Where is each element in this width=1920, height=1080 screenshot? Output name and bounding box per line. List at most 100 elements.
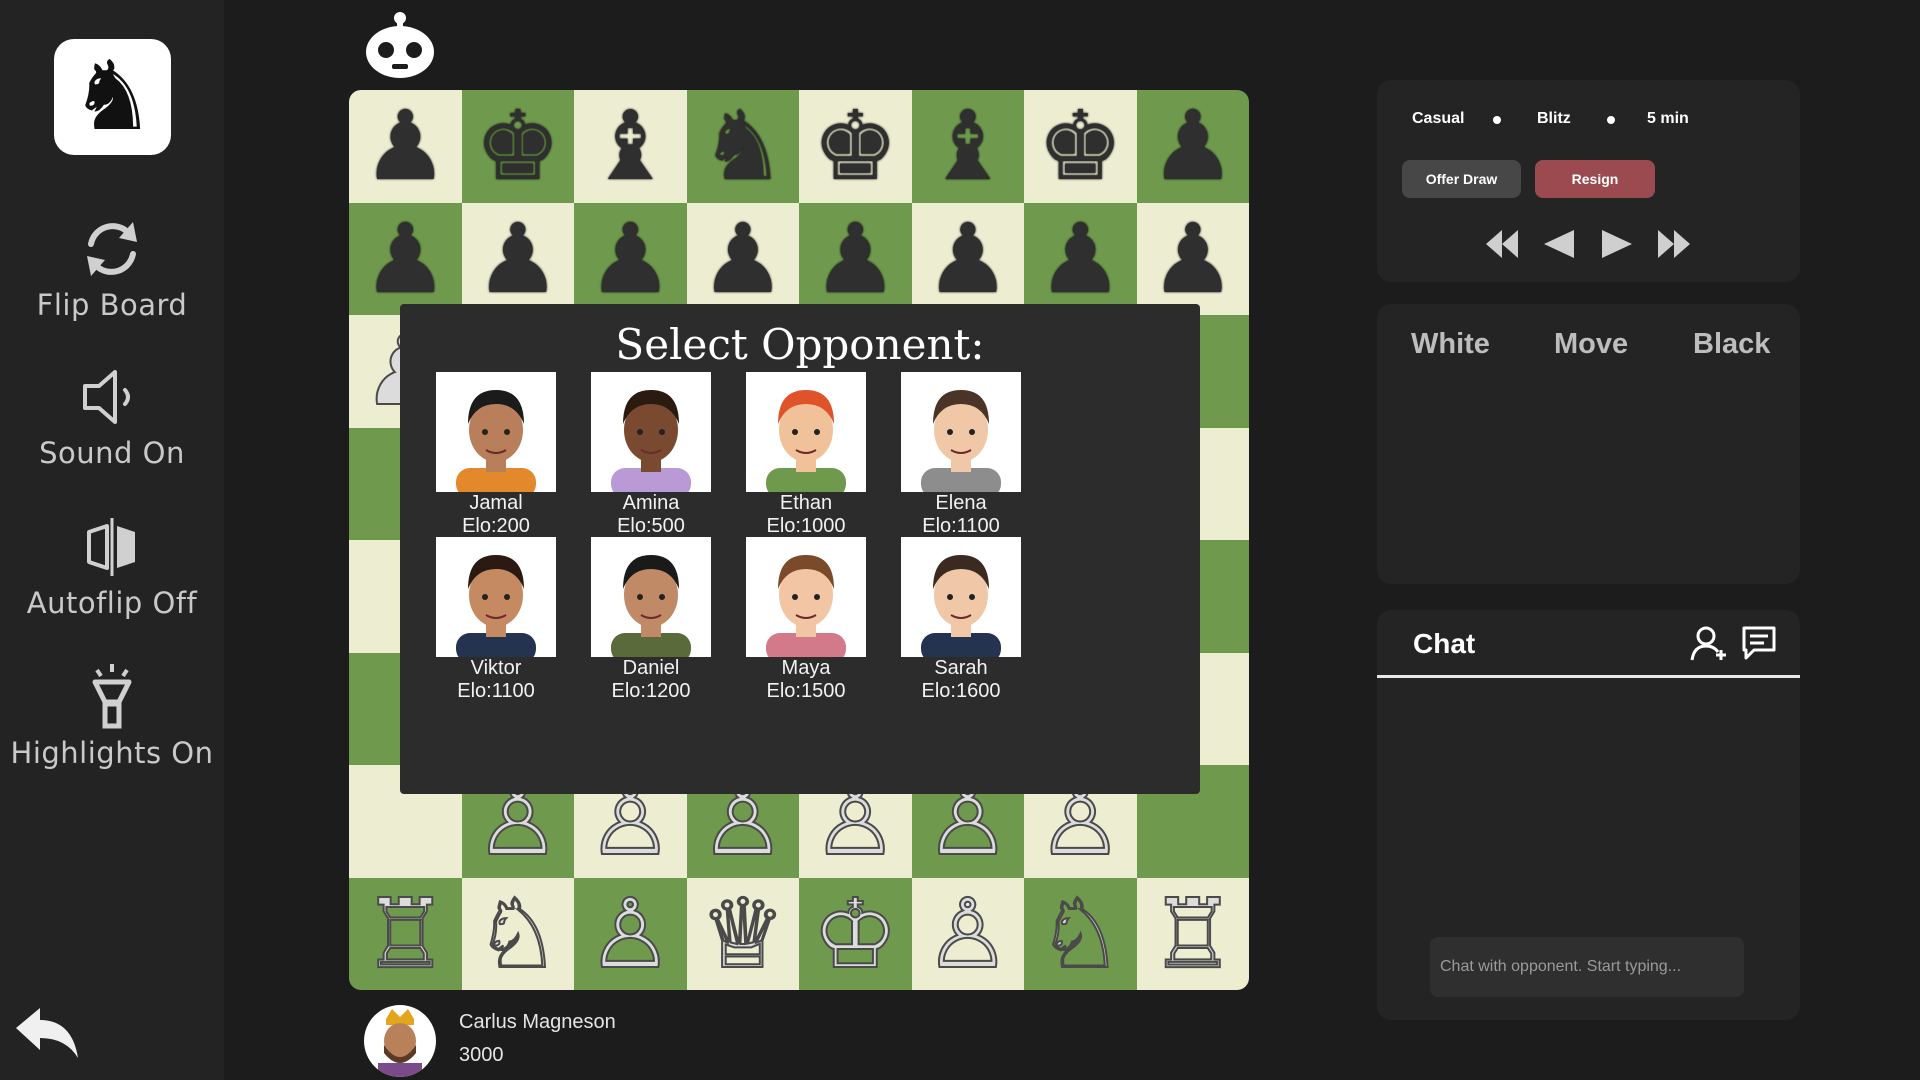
autoflip-toggle-button[interactable]: Autoflip Off	[0, 512, 224, 620]
square-d1[interactable]: ♕	[686, 877, 799, 990]
opponent-name: Elena	[935, 492, 987, 514]
flip-board-label: Flip Board	[36, 288, 188, 322]
square-c1[interactable]: ♙	[574, 877, 687, 990]
white-piece-icon[interactable]: ♕	[699, 885, 787, 983]
highlights-toggle-button[interactable]: Highlights On	[0, 662, 224, 770]
square-f8[interactable]: ♝	[911, 90, 1024, 203]
chat-input[interactable]	[1430, 937, 1744, 997]
modal-title: Select Opponent:	[615, 320, 985, 369]
sound-toggle-button[interactable]: Sound On	[0, 362, 224, 470]
black-piece-icon[interactable]: ♟	[362, 98, 448, 194]
square-a8[interactable]: ♟	[349, 90, 462, 203]
black-piece-icon[interactable]: ♟	[362, 211, 448, 307]
chat-title: Chat	[1413, 628, 1476, 659]
black-piece-icon[interactable]: ♟	[475, 211, 561, 307]
square-f7[interactable]: ♟	[911, 202, 1024, 315]
opponent-name: Jamal	[469, 492, 523, 514]
white-piece-icon[interactable]: ♙	[924, 885, 1012, 983]
app-root: ♞ Flip Board Sound On Autoflip Off Highl…	[0, 0, 1920, 1080]
white-piece-icon[interactable]: ♖	[1149, 885, 1237, 983]
black-piece-icon[interactable]: ♝	[587, 98, 673, 194]
square-h8[interactable]: ♟	[1136, 90, 1249, 203]
square-g8[interactable]: ♚	[1024, 90, 1137, 203]
square-d7[interactable]: ♟	[686, 202, 799, 315]
square-c7[interactable]: ♟	[574, 202, 687, 315]
separator-dot	[1493, 116, 1501, 124]
flip-board-button[interactable]: Flip Board	[0, 214, 224, 322]
square-h1[interactable]: ♖	[1136, 877, 1249, 990]
white-piece-icon[interactable]: ♙	[586, 885, 674, 983]
white-piece-icon[interactable]: ♖	[361, 885, 449, 983]
opponent-name: Sarah	[934, 657, 988, 679]
opponent-name: Viktor	[470, 657, 522, 679]
square-d8[interactable]: ♞	[686, 90, 799, 203]
square-h7[interactable]: ♟	[1136, 202, 1249, 315]
white-column-header: White	[1411, 328, 1490, 360]
square-a7[interactable]: ♟	[349, 202, 462, 315]
back-arrow-icon[interactable]	[14, 1006, 80, 1062]
opponent-elo: Elo:1100	[922, 515, 1000, 537]
opponent-name: Ethan	[779, 492, 833, 514]
square-f1[interactable]: ♙	[911, 877, 1024, 990]
move-column-header: Move	[1554, 328, 1629, 360]
square-b8[interactable]: ♚	[461, 90, 574, 203]
chat-message-icon[interactable]	[1740, 624, 1778, 662]
black-piece-icon[interactable]: ♟	[925, 211, 1011, 307]
portrait-icon	[456, 555, 536, 657]
black-piece-icon[interactable]: ♝	[925, 98, 1011, 194]
black-piece-icon[interactable]: ♟	[812, 211, 898, 307]
resign-button[interactable]: Resign	[1535, 160, 1655, 198]
flashlight-icon	[92, 664, 132, 729]
black-piece-icon[interactable]: ♟	[1037, 211, 1123, 307]
white-piece-icon[interactable]: ♘	[1036, 885, 1124, 983]
first-move-icon[interactable]	[1484, 226, 1520, 262]
square-e8[interactable]: ♚	[799, 90, 912, 203]
previous-move-icon[interactable]	[1542, 226, 1576, 262]
opponent-card-sarah[interactable]: Sarah Elo:1600	[886, 537, 1036, 703]
opponent-portrait	[746, 372, 866, 492]
black-piece-icon[interactable]: ♟	[1150, 98, 1236, 194]
black-piece-icon[interactable]: ♟	[700, 211, 786, 307]
last-move-icon[interactable]	[1656, 226, 1692, 262]
square-g1[interactable]: ♘	[1024, 877, 1137, 990]
white-piece-icon[interactable]: ♔	[811, 885, 899, 983]
opponent-card-daniel[interactable]: Daniel Elo:1200	[576, 537, 726, 703]
opponent-card-viktor[interactable]: Viktor Elo:1100	[421, 537, 571, 703]
black-piece-icon[interactable]: ♞	[700, 98, 786, 194]
square-e1[interactable]: ♔	[799, 877, 912, 990]
move-list-panel: White Move Black	[1377, 304, 1800, 584]
square-e7[interactable]: ♟	[799, 202, 912, 315]
black-piece-icon[interactable]: ♚	[1037, 98, 1123, 194]
square-b7[interactable]: ♟	[461, 202, 574, 315]
square-b1[interactable]: ♘	[461, 877, 574, 990]
square-g7[interactable]: ♟	[1024, 202, 1137, 315]
offer-draw-button[interactable]: Offer Draw	[1402, 160, 1521, 198]
portrait-icon	[921, 390, 1001, 492]
square-c8[interactable]: ♝	[574, 90, 687, 203]
opponent-card-jamal[interactable]: Jamal Elo:200	[421, 372, 571, 538]
portrait-icon	[611, 555, 691, 657]
next-move-icon[interactable]	[1600, 226, 1634, 262]
opponent-card-elena[interactable]: Elena Elo:1100	[886, 372, 1036, 538]
black-piece-icon[interactable]: ♟	[587, 211, 673, 307]
add-friend-icon[interactable]	[1690, 624, 1728, 662]
player-rating: 3000	[459, 1044, 504, 1066]
black-piece-icon[interactable]: ♚	[812, 98, 898, 194]
flip-icon	[87, 222, 137, 276]
player-avatar	[364, 1005, 436, 1077]
opponent-elo: Elo:200	[462, 515, 530, 537]
sidebar: ♞ Flip Board Sound On Autoflip Off Highl…	[0, 0, 224, 1080]
opponent-card-maya[interactable]: Maya Elo:1500	[731, 537, 881, 703]
opponent-portrait	[436, 372, 556, 492]
white-piece-icon[interactable]: ♘	[474, 885, 562, 983]
opponent-card-ethan[interactable]: Ethan Elo:1000	[731, 372, 881, 538]
opponent-portrait	[591, 537, 711, 657]
portrait-icon	[611, 390, 691, 492]
black-piece-icon[interactable]: ♟	[1150, 211, 1236, 307]
chat-divider	[1377, 675, 1800, 678]
black-piece-icon[interactable]: ♚	[475, 98, 561, 194]
portrait-icon	[921, 555, 1001, 657]
opponent-card-amina[interactable]: Amina Elo:500	[576, 372, 726, 538]
chat-panel: Chat	[1377, 610, 1800, 1020]
square-a1[interactable]: ♖	[349, 877, 462, 990]
